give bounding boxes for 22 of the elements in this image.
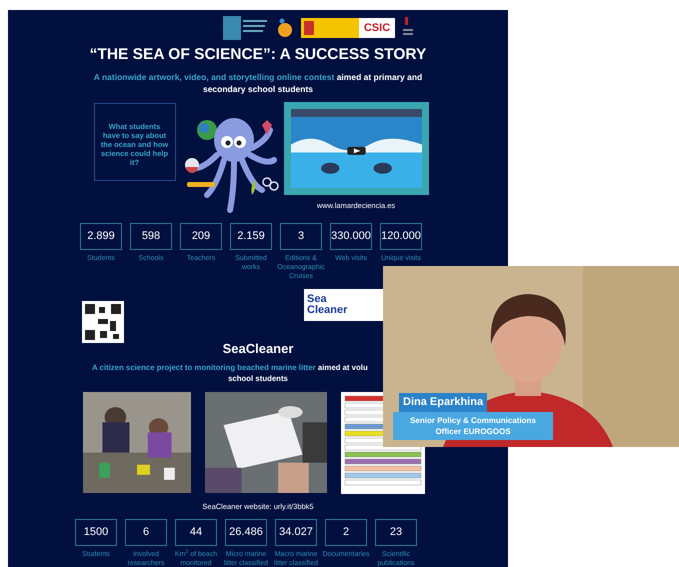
stat-value: 44 xyxy=(175,518,217,546)
stat-value: 598 xyxy=(130,223,172,250)
stat-value: 2.159 xyxy=(230,223,272,250)
stat-value: 2.899 xyxy=(80,223,122,250)
stat-value: 34.027 xyxy=(275,518,317,546)
section-title: SeaCleaner xyxy=(222,340,294,358)
stat-value: 2 xyxy=(325,518,367,546)
slide-title: “THE SEA OF SCIENCE”: A SUCCESS STORY xyxy=(90,46,426,64)
stat-value: 1500 xyxy=(75,518,117,546)
stat-value: 23 xyxy=(375,518,417,546)
logo-icon xyxy=(222,16,269,40)
logo-icon xyxy=(276,18,293,38)
logo-icon xyxy=(300,18,359,38)
stat-value: 3 xyxy=(280,223,322,250)
slide-subtitle: A nationwide artwork, video, and storytelling online contest aimed at primary and secondary school students xyxy=(93,71,423,95)
qr-code-icon xyxy=(82,301,124,343)
stat-value: 209 xyxy=(180,223,222,250)
stat-value: 6 xyxy=(125,518,167,546)
stat-value: 330.000 xyxy=(330,223,372,250)
stat-value: 120.000 xyxy=(380,223,422,250)
csic-logo: CSIC xyxy=(358,18,396,38)
stat-value: 26.486 xyxy=(225,518,267,546)
